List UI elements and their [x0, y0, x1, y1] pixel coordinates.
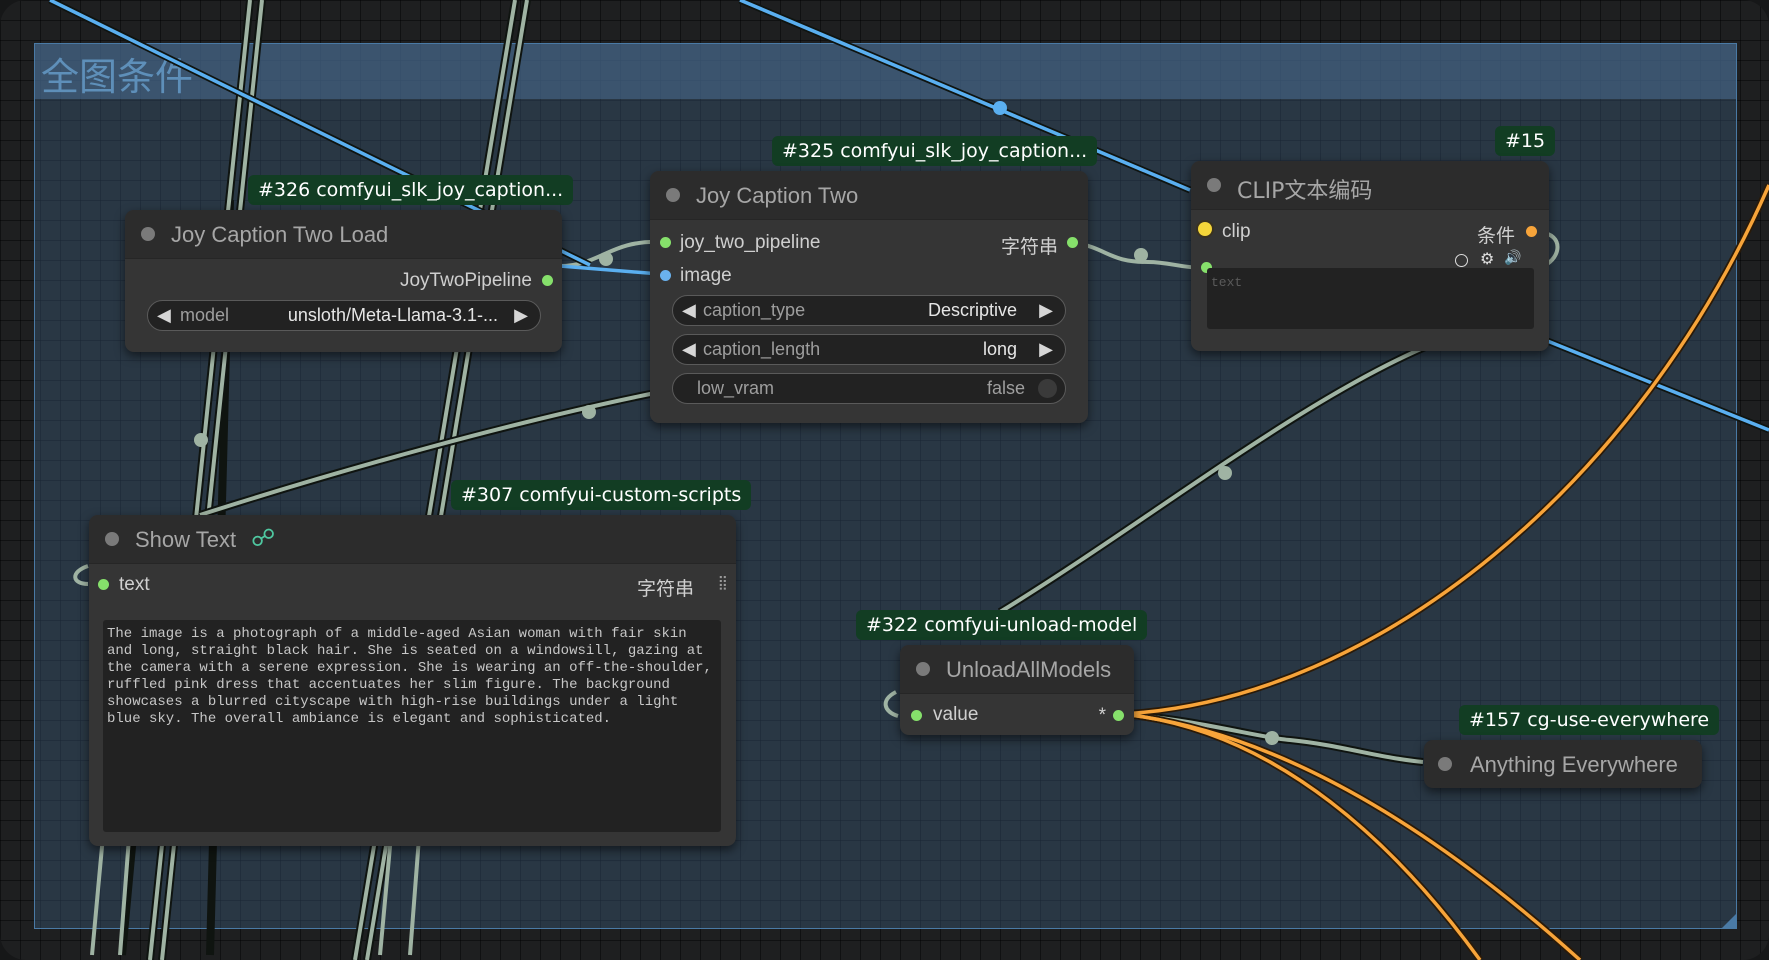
collapse-dot[interactable]	[141, 227, 155, 241]
node-title: CLIP文本编码	[1237, 179, 1373, 204]
output-slot-any[interactable]	[1113, 710, 1124, 721]
node-title: Joy Caption Two	[696, 183, 859, 208]
caption-length-label: caption_length	[703, 339, 821, 359]
node-header[interactable]: Show Text ☍	[89, 515, 736, 564]
canvas[interactable]: 全图条件 #326 comfyui_slk_joy_caption... Joy…	[0, 0, 1769, 960]
collapse-dot[interactable]	[1207, 178, 1221, 192]
node-title: Show Text	[135, 527, 237, 552]
node-joy-caption-two[interactable]: Joy Caption Two joy_two_pipeline 字符串 ima…	[650, 171, 1088, 423]
node-joy-caption-two-load[interactable]: Joy Caption Two Load JoyTwoPipeline ◀ mo…	[125, 210, 562, 352]
node-header[interactable]: UnloadAllModels	[900, 645, 1134, 694]
node-badge-157: #157 cg-use-everywhere	[1459, 705, 1720, 735]
collapse-dot[interactable]	[916, 662, 930, 676]
model-label: model	[180, 305, 230, 325]
output-label-string: 字符串	[636, 579, 694, 600]
node-badge-15: #15	[1495, 126, 1556, 156]
input-label-clip: clip	[1222, 221, 1251, 242]
output-label-any: *	[1098, 705, 1106, 726]
input-slot-value[interactable]	[911, 710, 922, 721]
arrow-right-icon[interactable]: ▶	[1039, 300, 1053, 321]
circle-icon[interactable]	[1455, 254, 1468, 267]
node-clip-text-encode[interactable]: CLIP文本编码 clip 条件 ⚙ 🔊 text	[1191, 161, 1549, 351]
node-show-text[interactable]: Show Text ☍ text 字符串 ⣿ The image is a ph…	[89, 515, 736, 846]
model-combo[interactable]: ◀ model unsloth/Meta-Llama-3.1-... ▶	[147, 300, 541, 331]
caption-length-value: long	[982, 339, 1017, 359]
arrow-right-icon[interactable]: ▶	[514, 305, 528, 326]
input-label-text: text	[119, 574, 150, 595]
input-slot-text[interactable]	[98, 579, 109, 590]
speaker-icon[interactable]: 🔊	[1504, 249, 1521, 266]
input-label-value: value	[933, 704, 979, 725]
input-slot-pipeline[interactable]	[660, 237, 671, 248]
gear-icon[interactable]: ⚙	[1480, 249, 1494, 269]
custom-scripts-icon: ☍	[251, 525, 276, 552]
low-vram-label: low_vram	[697, 378, 775, 398]
node-title: Anything Everywhere	[1470, 752, 1678, 777]
node-title: Joy Caption Two Load	[171, 222, 389, 247]
toggle-knob[interactable]	[1038, 379, 1057, 398]
caption-type-combo[interactable]: ◀ caption_type Descriptive ▶	[672, 295, 1066, 326]
caption-length-combo[interactable]: ◀ caption_length long ▶	[672, 334, 1066, 365]
output-slot-string[interactable]	[1067, 237, 1078, 248]
input-label-image: image	[680, 265, 732, 286]
node-badge-307: #307 comfyui-custom-scripts	[451, 480, 752, 510]
low-vram-value: false	[986, 378, 1025, 398]
output-label-pipeline: JoyTwoPipeline	[399, 270, 532, 291]
collapse-dot[interactable]	[1438, 757, 1452, 771]
low-vram-toggle[interactable]: low_vram false	[672, 373, 1066, 404]
output-label-string: 字符串	[1000, 237, 1058, 258]
input-label-pipeline: joy_two_pipeline	[680, 232, 821, 253]
node-unload-all-models[interactable]: UnloadAllModels value *	[900, 645, 1134, 735]
output-slot-pipeline[interactable]	[542, 275, 553, 286]
arrow-left-icon[interactable]: ◀	[157, 305, 171, 326]
output-text-area[interactable]: The image is a photograph of a middle-ag…	[103, 620, 721, 832]
node-badge-325: #325 comfyui_slk_joy_caption...	[772, 136, 1098, 166]
collapse-dot[interactable]	[105, 532, 119, 546]
output-label-conditioning: 条件	[1476, 226, 1515, 247]
node-header[interactable]: Joy Caption Two Load	[125, 210, 562, 259]
caption-type-value: Descriptive	[927, 300, 1017, 320]
node-header[interactable]: Joy Caption Two	[650, 171, 1088, 220]
model-value: unsloth/Meta-Llama-3.1-...	[287, 305, 498, 325]
input-slot-image[interactable]	[660, 270, 671, 281]
text-input[interactable]: text	[1207, 268, 1534, 329]
node-badge-322: #322 comfyui-unload-model	[856, 610, 1148, 640]
grid-icon[interactable]: ⣿	[718, 574, 728, 591]
node-anything-everywhere[interactable]: Anything Everywhere	[1424, 740, 1702, 788]
output-slot-conditioning[interactable]	[1526, 226, 1537, 237]
input-slot-clip[interactable]	[1198, 222, 1212, 236]
arrow-left-icon[interactable]: ◀	[682, 339, 696, 360]
caption-type-label: caption_type	[703, 300, 806, 320]
arrow-right-icon[interactable]: ▶	[1039, 339, 1053, 360]
arrow-left-icon[interactable]: ◀	[682, 300, 696, 321]
collapse-dot[interactable]	[666, 188, 680, 202]
node-header[interactable]: CLIP文本编码	[1191, 161, 1549, 210]
node-badge-326: #326 comfyui_slk_joy_caption...	[248, 175, 574, 205]
node-title: UnloadAllModels	[946, 657, 1112, 682]
